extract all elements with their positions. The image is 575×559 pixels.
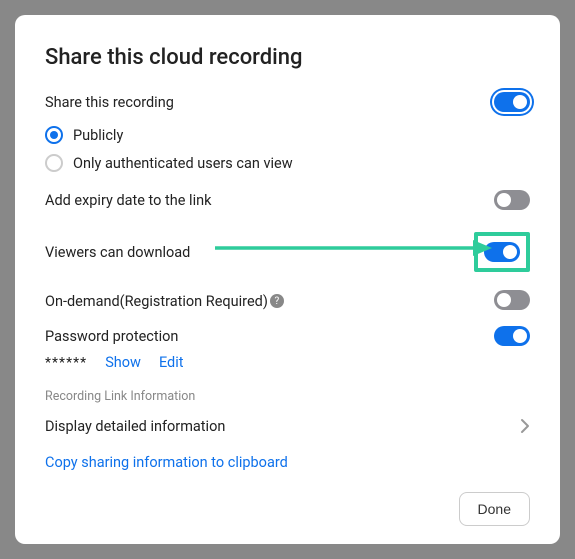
radio-label-authenticated: Only authenticated users can view: [73, 155, 293, 172]
password-label: Password protection: [45, 328, 178, 345]
radio-option-authenticated[interactable]: Only authenticated users can view: [45, 154, 530, 172]
ondemand-label: On-demand(Registration Required): [45, 293, 268, 310]
expiry-label: Add expiry date to the link: [45, 192, 211, 209]
recording-link-section-label: Recording Link Information: [45, 389, 530, 404]
ondemand-label-wrap: On-demand(Registration Required)?: [45, 291, 284, 310]
share-recording-toggle[interactable]: [494, 92, 530, 112]
done-button[interactable]: Done: [459, 492, 530, 526]
ondemand-toggle[interactable]: [494, 290, 530, 310]
radio-option-publicly[interactable]: Publicly: [45, 126, 530, 144]
toggle-knob: [497, 293, 511, 307]
dialog-footer: Done: [459, 492, 530, 526]
radio-unselected-icon: [45, 154, 63, 172]
chevron-right-icon: [520, 414, 530, 438]
share-recording-row: Share this recording: [45, 90, 530, 114]
password-edit-link[interactable]: Edit: [159, 354, 184, 371]
password-masked-value: ******: [45, 355, 87, 371]
password-row: Password protection: [45, 326, 530, 346]
toggle-knob: [497, 193, 511, 207]
annotation-highlight: [474, 232, 530, 272]
radio-selected-icon: [45, 126, 63, 144]
download-toggle[interactable]: [484, 242, 520, 262]
display-detailed-label: Display detailed information: [45, 418, 225, 435]
expiry-row: Add expiry date to the link: [45, 190, 530, 210]
dialog-title: Share this cloud recording: [45, 45, 530, 70]
display-detailed-row[interactable]: Display detailed information: [45, 414, 530, 438]
expiry-toggle[interactable]: [494, 190, 530, 210]
copy-sharing-link[interactable]: Copy sharing information to clipboard: [45, 454, 288, 471]
ondemand-row: On-demand(Registration Required)?: [45, 290, 530, 310]
download-row: Viewers can download: [45, 232, 530, 272]
share-recording-dialog: Share this cloud recording Share this re…: [15, 15, 560, 544]
download-label: Viewers can download: [45, 244, 190, 261]
password-show-link[interactable]: Show: [105, 354, 141, 371]
toggle-knob: [513, 329, 527, 343]
share-recording-label: Share this recording: [45, 94, 174, 111]
toggle-knob: [503, 245, 517, 259]
share-visibility-radio-group: Publicly Only authenticated users can vi…: [45, 126, 530, 172]
radio-label-publicly: Publicly: [73, 127, 123, 144]
toggle-knob: [513, 95, 527, 109]
password-actions: ****** Show Edit: [45, 354, 530, 371]
help-icon[interactable]: ?: [270, 294, 284, 308]
password-toggle[interactable]: [494, 326, 530, 346]
